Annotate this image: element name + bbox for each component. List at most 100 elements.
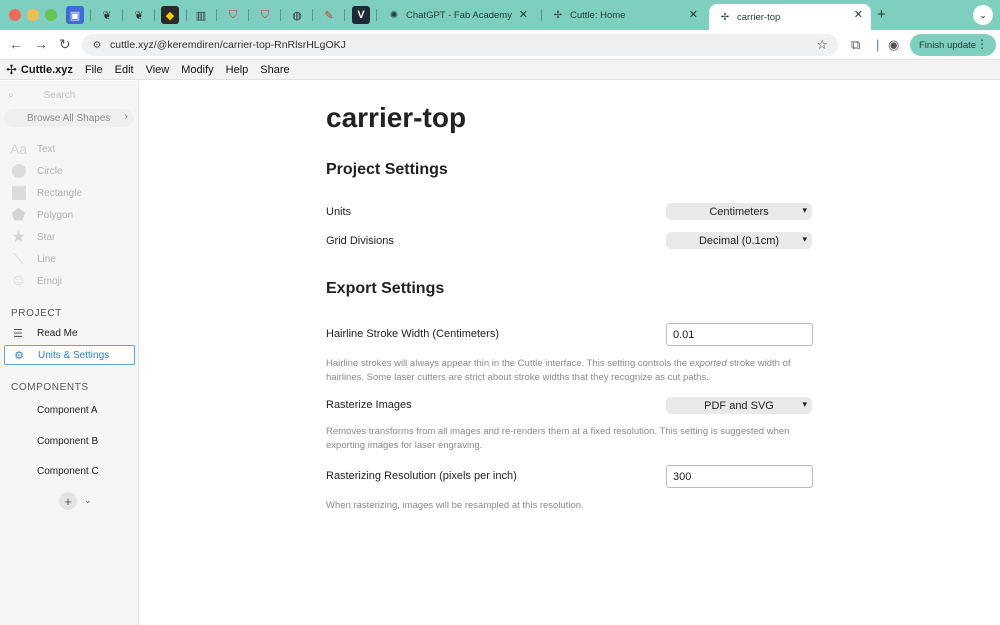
pinned-tab-10[interactable]: V [352, 6, 370, 24]
pinned-tab-6[interactable]: ⛉ [224, 6, 242, 24]
shape-label: Emoji [37, 275, 63, 287]
tab-search-chevron-icon[interactable]: ⌄ [973, 5, 993, 25]
address-bar[interactable]: ⚙ cuttle.xyz/@keremdiren/carrier-top-RnR… [82, 34, 838, 56]
v-logo-icon: V [357, 9, 365, 21]
add-component-button[interactable]: + [59, 492, 77, 510]
menu-edit[interactable]: Edit [115, 64, 134, 76]
shape-search: ⌕ [8, 87, 144, 103]
bookmark-star-icon[interactable]: ☆ [816, 37, 828, 53]
browser-toolbar: ← → ↻ ⚙ cuttle.xyz/@keremdiren/carrier-t… [0, 30, 1000, 60]
tab-carrier-top[interactable]: ✢ carrier-top ✕ [709, 4, 871, 30]
grid-divisions-select[interactable]: Decimal (0.1cm) ▾ [666, 232, 812, 249]
project-settings-heading: Project Settings [326, 161, 448, 178]
extensions-puzzle-icon[interactable]: ⧉ [851, 37, 860, 53]
cuttle-icon: ✢ [720, 11, 730, 23]
units-value: Centimeters [709, 205, 769, 218]
tab-separator [312, 9, 313, 21]
rasterizing-resolution-label: Rasterizing Resolution (pixels per inch) [326, 470, 517, 482]
shape-polygon[interactable]: ⬟ Polygon [10, 205, 74, 225]
forward-arrow-icon[interactable]: → [34, 36, 48, 52]
star-icon: ★ [11, 229, 26, 246]
url-text[interactable]: cuttle.xyz/@keremdiren/carrier-top-RnRls… [110, 39, 346, 51]
sidebar: ⌕ Browse All Shapes › Aa Text Circle Rec… [0, 81, 144, 625]
circle-icon [10, 163, 27, 180]
browse-all-shapes-button[interactable]: Browse All Shapes › [4, 109, 134, 127]
shape-circle[interactable]: Circle [10, 161, 63, 181]
minimize-window-button[interactable] [27, 9, 39, 21]
pinned-tab-4[interactable]: ◆ [161, 6, 179, 24]
pinned-tab-2[interactable]: ❦ [98, 6, 116, 24]
close-window-button[interactable] [9, 9, 21, 21]
emoji-icon: ☺ [10, 272, 27, 289]
menu-file[interactable]: File [85, 64, 103, 76]
tab-title: ChatGPT - Fab Academy [406, 9, 512, 21]
tab-separator [216, 9, 217, 21]
tab-close-icon[interactable]: ✕ [689, 8, 698, 21]
menu-view[interactable]: View [146, 64, 170, 76]
rasterize-help-text: Removes transforms from all images and r… [326, 426, 790, 451]
sidebar-item-read-me[interactable]: ☰ Read Me [4, 323, 135, 343]
shape-label: Text [37, 143, 56, 155]
text-icon: Aa [9, 141, 28, 157]
menu-share[interactable]: Share [260, 64, 289, 76]
pinned-tab-8[interactable]: ◍ [288, 6, 306, 24]
shape-text[interactable]: Aa Text [10, 139, 55, 159]
rasterizing-resolution-field[interactable] [666, 465, 813, 488]
profile-icon[interactable]: ◉ [888, 37, 899, 53]
browser-tab-strip: ▣ ❦ ❦ ◆ ▥ ⛉ ⛉ ◍ ✎ V ✺ ChatGPT - Fab Acad… [0, 0, 1000, 30]
chevron-down-icon[interactable]: ⌄ [84, 495, 92, 506]
shape-emoji[interactable]: ☺ Emoji [10, 271, 62, 291]
tab-close-icon[interactable]: ✕ [519, 8, 528, 21]
resolution-help-text: When rasterizing, images will be resampl… [326, 500, 584, 511]
finish-update-button[interactable]: Finish update ⋮ [910, 34, 996, 56]
leaf-icon: ❦ [134, 9, 144, 22]
hairline-width-field[interactable] [666, 323, 813, 346]
site-settings-icon[interactable]: ⚙ [90, 38, 104, 52]
tab-cuttle-home[interactable]: ✢ Cuttle: Home ✕ [542, 4, 706, 26]
openai-icon: ✺ [389, 9, 399, 21]
pinned-tab-1[interactable]: ▣ [66, 6, 84, 24]
shield-icon: ⛉ [260, 8, 270, 21]
leaf-icon: ❦ [102, 9, 112, 22]
units-select[interactable]: Centimeters ▾ [666, 203, 812, 220]
tab-separator [280, 9, 281, 21]
menu-help[interactable]: Help [226, 64, 249, 76]
reload-icon[interactable]: ↻ [59, 36, 71, 53]
shape-label: Circle [37, 165, 63, 177]
hairline-width-label: Hairline Stroke Width (Centimeters) [326, 328, 499, 340]
tab-separator [248, 9, 249, 21]
shape-label: Star [37, 231, 56, 243]
shape-rectangle[interactable]: Rectangle [10, 183, 82, 203]
back-arrow-icon[interactable]: ← [9, 36, 23, 52]
pinned-tab-5[interactable]: ▥ [192, 6, 210, 24]
component-item-b[interactable]: Component B [37, 436, 98, 447]
tab-separator [154, 9, 155, 21]
shape-line[interactable]: ⟍ Line [10, 249, 56, 269]
component-item-c[interactable]: Component C [37, 466, 99, 477]
tab-chatgpt[interactable]: ✺ ChatGPT - Fab Academy ✕ [378, 4, 536, 26]
shape-label: Rectangle [37, 187, 83, 199]
sidebar-item-units-settings[interactable]: ⚙ Units & Settings [4, 345, 135, 365]
globe-icon: ◍ [292, 9, 302, 22]
document-icon: ☰ [13, 327, 23, 340]
finish-update-label: Finish update [919, 39, 977, 51]
tab-separator [122, 9, 123, 21]
more-vertical-icon[interactable]: ⋮ [976, 37, 988, 51]
brand[interactable]: ✢ Cuttle.xyz [6, 62, 73, 78]
shape-star[interactable]: ★ Star [10, 227, 55, 247]
new-tab-plus-icon[interactable]: + [877, 6, 886, 23]
menu-modify[interactable]: Modify [181, 64, 213, 76]
rectangle-icon [10, 185, 27, 202]
maximize-window-button[interactable] [45, 9, 57, 21]
component-item-a[interactable]: Component A [37, 405, 98, 416]
project-heading: PROJECT [11, 308, 62, 319]
pinned-tab-7[interactable]: ⛉ [256, 6, 274, 24]
pinned-tab-9[interactable]: ✎ [320, 6, 338, 24]
tab-separator [186, 9, 187, 21]
search-input[interactable] [43, 89, 144, 101]
search-icon: ⌕ [8, 89, 14, 101]
pinned-tab-3[interactable]: ❦ [130, 6, 148, 24]
tab-close-icon[interactable]: ✕ [854, 8, 863, 21]
tab-title: Cuttle: Home [570, 9, 626, 21]
rasterize-images-select[interactable]: PDF and SVG ▾ [666, 397, 812, 414]
